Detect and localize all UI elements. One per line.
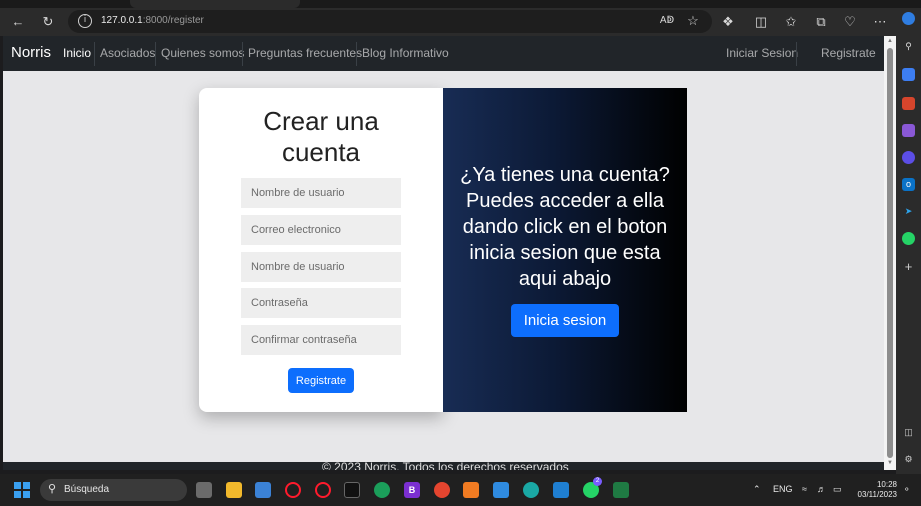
url-path: :8000/register [142,15,204,26]
more-icon[interactable]: ⋯ [871,13,889,31]
register-card: Crear una cuenta Registrate [199,88,443,412]
footer-text: © 2023 Norris. Todos los derechos reserv… [322,462,569,470]
refresh-icon[interactable]: ↻ [39,13,57,31]
clock-time: 10:28 [876,480,897,489]
page-viewport: Norris Inicio Asociados Quienes somos Pr… [3,36,884,470]
excel-icon[interactable] [613,482,629,498]
register-title-line: Crear una [263,106,379,136]
tray-overflow-icon[interactable]: ⌃ [753,484,761,495]
copilot-icon[interactable] [902,12,915,25]
opera-icon[interactable] [285,482,301,498]
taskbar-search[interactable]: ⚲ Búsqueda [40,479,187,501]
system-clock[interactable]: 10:28 03/11/2023 [857,480,897,500]
taskbar-search-label: Búsqueda [64,484,110,495]
battery-icon[interactable]: ▭ [833,484,842,495]
nav-divider [94,42,95,66]
site-footer: © 2023 Norris. Todos los derechos reserv… [3,462,884,470]
language-indicator[interactable]: ENG [773,484,793,494]
edge-sidebar: ⚲ o ➤ + ◫ ⚙ [896,8,921,474]
read-aloud-icon[interactable]: Aↁ [658,12,676,30]
notification-icon[interactable]: ⚬ [903,484,911,495]
collections-icon[interactable]: ⧉ [812,13,830,31]
nav-link-inicio[interactable]: Inicio [63,46,91,60]
vscode-icon[interactable] [553,482,569,498]
login-prompt-panel: ¿Ya tienes una cuenta? Puedes acceder a … [443,88,687,412]
password-input[interactable] [241,288,401,318]
username-input[interactable] [241,178,401,208]
nav-link-quienes-somos[interactable]: Quienes somos [161,46,244,60]
bootstrap-icon[interactable]: B [404,482,420,498]
mail-icon[interactable] [493,482,509,498]
nav-divider [796,42,797,66]
site-navbar: Norris Inicio Asociados Quienes somos Pr… [3,36,884,71]
chrome-icon[interactable] [434,482,450,498]
email-input[interactable] [241,215,401,245]
whatsapp-badge: 2 [593,477,602,486]
register-title: Crear una cuenta [199,106,443,168]
address-url[interactable]: 127.0.0.1:8000/register [101,15,204,26]
favorite-star-icon[interactable]: ☆ [684,12,702,30]
address-bar[interactable]: i 127.0.0.1:8000/register Aↁ ☆ [68,10,712,33]
login-prompt-line: dando click en el boton [462,216,668,238]
wifi-icon[interactable]: ≈ [802,484,807,494]
windows-taskbar: ⚲ Búsqueda B 2 ⌃ ENG ≈ ♬ ▭ 10:28 03/11/2… [0,474,921,506]
login-prompt-line: aqui abajo [518,268,612,290]
edge-icon[interactable] [523,482,539,498]
nav-link-registrate[interactable]: Registrate [821,46,876,60]
scroll-down-icon[interactable]: ▼ [886,460,894,466]
login-prompt-text: ¿Ya tienes una cuenta? Puedes acceder a … [443,162,687,292]
copilot-app-icon[interactable] [902,151,915,164]
store-icon[interactable] [255,482,271,498]
nav-divider [242,42,243,66]
url-host: 127.0.0.1 [101,15,143,26]
nav-link-preguntas-frecuentes[interactable]: Preguntas frecuentes [248,46,362,60]
task-view-icon[interactable] [196,482,212,498]
xampp-icon[interactable] [463,482,479,498]
windows-start-icon[interactable] [14,482,30,498]
scroll-up-icon[interactable]: ▲ [886,38,894,44]
username-confirm-input[interactable] [241,252,401,282]
nav-divider [155,42,156,66]
tab-strip [0,0,921,8]
tag-icon[interactable] [902,68,915,81]
add-icon[interactable]: + [902,260,915,273]
nav-link-blog[interactable]: Blog Informativo [362,46,449,60]
page-scrollbar[interactable]: ▲ ▼ [884,36,896,470]
nav-divider [356,42,357,66]
search-icon[interactable]: ⚲ [902,40,915,53]
extensions-icon[interactable]: ❖ [719,13,737,31]
nav-link-asociados[interactable]: Asociados [100,46,155,60]
register-title-line: cuenta [281,137,361,167]
performance-icon[interactable]: ♡ [841,13,859,31]
confirm-password-input[interactable] [241,325,401,355]
opera-gx-icon[interactable] [315,482,331,498]
terminal-icon[interactable] [344,482,360,498]
outlook-icon[interactable]: o [902,178,915,191]
scrollbar-thumb[interactable] [887,48,893,458]
login-prompt-line: inicia sesion que esta [469,242,661,264]
settings-gear-icon[interactable]: ⚙ [902,453,915,466]
file-explorer-icon[interactable] [226,482,242,498]
send-icon[interactable]: ➤ [902,205,915,218]
volume-icon[interactable]: ♬ [817,484,826,494]
back-icon[interactable]: ← [9,13,27,31]
split-screen-icon[interactable]: ◫ [752,13,770,31]
app-icon[interactable] [374,482,390,498]
whatsapp-icon[interactable] [902,232,915,245]
search-icon: ⚲ [48,483,57,495]
favorites-icon[interactable]: ✩ [782,13,800,31]
clock-date: 03/11/2023 [857,490,897,499]
sidebar-toggle-icon[interactable]: ◫ [902,426,915,439]
navbar-brand[interactable]: Norris [11,44,51,61]
login-prompt-line: ¿Ya tienes una cuenta? [460,164,670,186]
register-submit-button[interactable]: Registrate [288,368,354,393]
games-icon[interactable] [902,124,915,137]
site-info-icon[interactable]: i [78,14,92,28]
shopping-icon[interactable] [902,97,915,110]
browser-toolbar: ← ↻ i 127.0.0.1:8000/register Aↁ ☆ ❖ ◫ ✩… [0,8,896,36]
nav-link-iniciar-sesion[interactable]: Iniciar Sesion [726,46,798,60]
active-tab[interactable] [130,0,300,8]
login-button[interactable]: Inicia sesion [511,304,619,337]
login-prompt-line: Puedes acceder a ella [466,190,664,212]
